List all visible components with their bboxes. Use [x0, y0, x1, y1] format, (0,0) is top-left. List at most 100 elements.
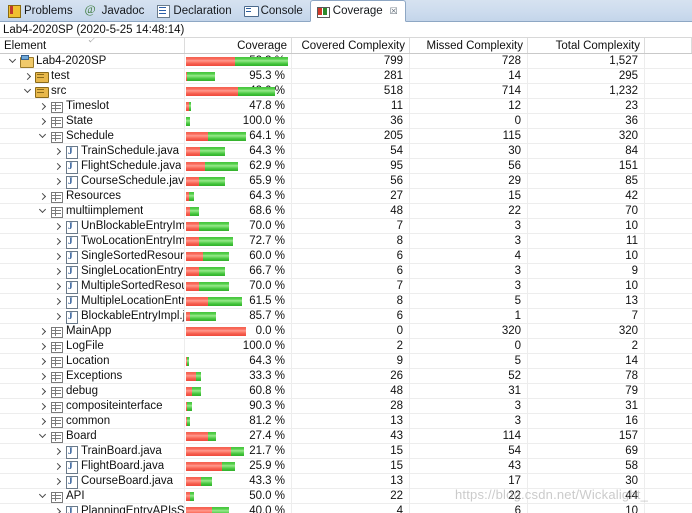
table-row[interactable]: API 50.0 % 22 22 44	[0, 488, 692, 504]
column-header-element[interactable]: Element	[0, 38, 185, 53]
table-row[interactable]: Board 27.4 % 43 114 157	[0, 428, 692, 444]
table-row[interactable]: compositeinterface 90.3 % 28 3 31	[0, 398, 692, 414]
cell-coverage: 62.9 %	[185, 158, 292, 174]
table-row[interactable]: TrainSchedule.java 64.3 % 54 30 84	[0, 143, 692, 159]
tab-coverage[interactable]: Coverage ☒	[309, 0, 406, 22]
table-row[interactable]: Lab4-2020SP 52.3 % 799 728 1,527	[0, 53, 692, 69]
column-header-covered[interactable]: Covered Complexity	[292, 38, 410, 53]
value: 56	[390, 175, 403, 187]
element-name: SingleLocationEntryImpl.ja	[81, 265, 184, 277]
chevron-down-icon[interactable]	[36, 429, 49, 444]
chevron-right-icon[interactable]	[36, 114, 49, 129]
table-row[interactable]: LogFile 100.0 % 2 0 2	[0, 338, 692, 354]
tab-javadoc[interactable]: Javadoc	[80, 0, 152, 21]
chevron-right-icon[interactable]	[51, 294, 64, 309]
chevron-right-icon[interactable]	[51, 309, 64, 324]
value: 3	[514, 280, 521, 292]
chevron-right-icon[interactable]	[51, 249, 64, 264]
chevron-right-icon[interactable]	[51, 159, 64, 174]
table-row[interactable]: CourseSchedule.java 65.9 % 56 29 85	[0, 173, 692, 189]
tab-console[interactable]: Console	[239, 0, 310, 21]
chevron-right-icon[interactable]	[51, 459, 64, 474]
table-row[interactable]: Timeslot 47.8 % 11 12 23	[0, 98, 692, 114]
table-row[interactable]: TrainBoard.java 21.7 % 15 54 69	[0, 443, 692, 459]
chevron-right-icon[interactable]	[36, 324, 49, 339]
chevron-right-icon[interactable]	[51, 234, 64, 249]
cell-missed-complexity: 22	[410, 203, 528, 219]
chevron-right-icon[interactable]	[21, 69, 34, 84]
chevron-right-icon[interactable]	[51, 504, 64, 513]
chevron-right-icon[interactable]	[51, 444, 64, 459]
chevron-down-icon[interactable]	[36, 129, 49, 144]
chevron-right-icon[interactable]	[36, 384, 49, 399]
chevron-down-icon[interactable]	[21, 84, 34, 99]
value: 11	[626, 235, 638, 247]
chevron-right-icon[interactable]	[51, 279, 64, 294]
coverage-bar	[186, 401, 192, 411]
table-row[interactable]: MultipleLocationEntryImpl 61.5 % 8 5 13	[0, 293, 692, 309]
coverage-bar	[186, 281, 229, 291]
chevron-right-icon[interactable]	[36, 354, 49, 369]
cell-spare	[645, 279, 692, 294]
table-row[interactable]: SingleSortedResourceEntr 60.0 % 6 4 10	[0, 248, 692, 264]
chevron-down-icon[interactable]	[6, 54, 19, 69]
element-name: Exceptions	[66, 370, 123, 382]
chevron-right-icon[interactable]	[36, 99, 49, 114]
column-header-spare[interactable]	[645, 38, 692, 53]
cell-total-complexity: 79	[528, 383, 645, 399]
table-row[interactable]: Location 64.3 % 9 5 14	[0, 353, 692, 369]
column-header-total[interactable]: Total Complexity	[528, 38, 645, 53]
table-row[interactable]: MainApp 0.0 % 0 320 320	[0, 323, 692, 339]
covered-segment	[199, 281, 229, 291]
chevron-right-icon[interactable]	[36, 189, 49, 204]
table-row[interactable]: State 100.0 % 36 0 36	[0, 113, 692, 129]
value: 2	[631, 340, 638, 352]
table-row[interactable]: Resources 64.3 % 27 15 42	[0, 188, 692, 204]
table-row[interactable]: multiimplement 68.6 % 48 22 70	[0, 203, 692, 219]
cell-coverage: 70.0 %	[185, 278, 292, 294]
chevron-right-icon[interactable]	[36, 399, 49, 414]
table-row[interactable]: FlightSchedule.java 62.9 % 95 56 151	[0, 158, 692, 174]
chevron-right-icon[interactable]	[36, 414, 49, 429]
table-row[interactable]: UnBlockableEntryImpl.java 70.0 % 7 3 10	[0, 218, 692, 234]
column-header-missed[interactable]: Missed Complexity	[410, 38, 528, 53]
element-name: TrainSchedule.java	[81, 145, 180, 157]
cell-spare	[645, 159, 692, 174]
table-row[interactable]: PlanningEntryAPIsSecondIr 40.0 % 4 6 10	[0, 503, 692, 513]
table-row[interactable]: Exceptions 33.3 % 26 52 78	[0, 368, 692, 384]
table-row[interactable]: BlockableEntryImpl.java 85.7 % 6 1 7	[0, 308, 692, 324]
chevron-down-icon[interactable]	[36, 489, 49, 504]
cell-total-complexity: 7	[528, 308, 645, 324]
cell-covered-complexity: 56	[292, 173, 410, 189]
cell-coverage: 70.0 %	[185, 218, 292, 234]
chevron-right-icon[interactable]	[36, 369, 49, 384]
chevron-right-icon[interactable]	[36, 339, 49, 354]
tab-declaration[interactable]: Declaration	[151, 0, 238, 21]
table-row[interactable]: Schedule 64.1 % 205 115 320	[0, 128, 692, 144]
chevron-right-icon[interactable]	[51, 219, 64, 234]
table-row[interactable]: FlightBoard.java 25.9 % 15 43 58	[0, 458, 692, 474]
table-row[interactable]: common 81.2 % 13 3 16	[0, 413, 692, 429]
column-header-coverage[interactable]: Coverage	[185, 38, 292, 53]
table-row[interactable]: src 42.0 % 518 714 1,232	[0, 83, 692, 99]
table-header: Element Coverage Covered Complexity Missed …	[0, 38, 692, 54]
chevron-right-icon[interactable]	[51, 264, 64, 279]
cell-total-complexity: 69	[528, 443, 645, 459]
tab-problems[interactable]: Problems	[2, 0, 80, 21]
covered-segment	[187, 356, 189, 366]
chevron-right-icon[interactable]	[51, 174, 64, 189]
table-row[interactable]: TwoLocationEntryImpl.java 72.7 % 8 3 11	[0, 233, 692, 249]
java-icon	[64, 144, 79, 159]
table-row[interactable]: CourseBoard.java 43.3 % 13 17 30	[0, 473, 692, 489]
table-row[interactable]: MultipleSortedResourceEr 70.0 % 7 3 10	[0, 278, 692, 294]
chevron-right-icon[interactable]	[51, 144, 64, 159]
value: 26	[390, 370, 403, 382]
javadoc-icon	[85, 2, 98, 17]
table-row[interactable]: debug 60.8 % 48 31 79	[0, 383, 692, 399]
cell-covered-complexity: 518	[292, 83, 410, 99]
chevron-down-icon[interactable]	[36, 204, 49, 219]
table-row[interactable]: test 95.3 % 281 14 295	[0, 68, 692, 84]
table-row[interactable]: SingleLocationEntryImpl.ja 66.7 % 6 3 9	[0, 263, 692, 279]
close-icon[interactable]: ☒	[390, 6, 398, 17]
chevron-right-icon[interactable]	[51, 474, 64, 489]
